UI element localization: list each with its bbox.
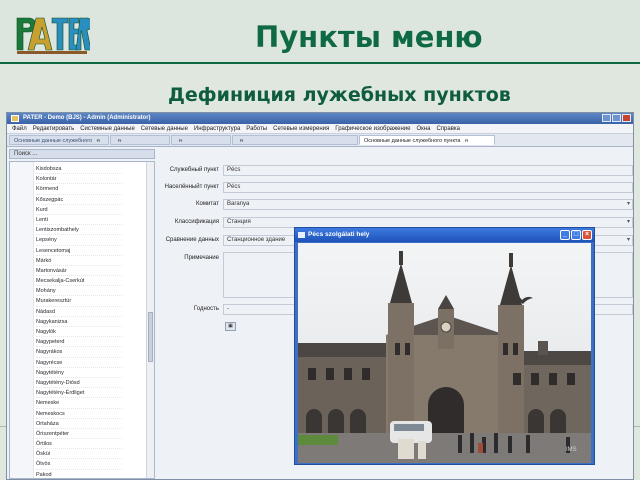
comparison-label: Сравнение данных <box>165 237 219 243</box>
list-item[interactable]: Nádasd <box>36 307 122 317</box>
note-label: Примечание <box>184 255 219 261</box>
tab-service-point-active[interactable]: Основные данные служебного пункта ᵰ <box>359 135 495 145</box>
search-input[interactable]: Поиск ... <box>9 149 155 159</box>
app-window-title: PATER - Demo (BJS) - Admin (Administrato… <box>23 115 151 121</box>
station-photo: IMS <box>298 243 591 463</box>
service-point-field[interactable]: Pécs <box>223 165 633 176</box>
maximize-button[interactable] <box>612 114 621 122</box>
list-item[interactable]: Nagytétény-Diósd <box>36 378 122 389</box>
menu-works[interactable]: Работы <box>243 124 270 133</box>
photo-window-titlebar: Pécs szolgálati hely _ □ × <box>295 228 594 242</box>
close-button[interactable] <box>622 114 631 122</box>
window-controls <box>602 114 631 122</box>
station-list: Kisdobsza Kolontár Körmend Kőszegpác Kurd Len… <box>9 161 155 479</box>
list-item[interactable]: Lesencetomaj <box>36 246 122 256</box>
settlement-label: Населённыйт пункт <box>164 184 219 190</box>
validity-label: Годность <box>193 306 219 312</box>
menu-windows[interactable]: Окна <box>414 124 434 133</box>
list-item[interactable]: Martonvásár <box>36 266 122 277</box>
service-point-label: Служебный пункт <box>169 167 219 173</box>
menu-network-measurements[interactable]: Сетевые измерения <box>270 124 332 133</box>
list-item[interactable]: Nemeskocs <box>36 409 122 419</box>
list-item[interactable]: Márkó <box>36 256 122 266</box>
list-item[interactable]: Kurd <box>36 205 122 215</box>
pin-icon[interactable]: ᵰ <box>465 138 468 144</box>
window-icon <box>298 232 305 238</box>
list-item[interactable]: Kőszegpác <box>36 195 122 205</box>
pin-icon[interactable]: ᵰ <box>97 138 100 144</box>
list-item[interactable]: Pakod <box>36 470 122 478</box>
list-item[interactable]: Murakeresztúr <box>36 296 122 307</box>
app-titlebar: PATER - Demo (BJS) - Admin (Administrato… <box>7 113 633 124</box>
photo-window-title: Pécs szolgálati hely <box>308 231 370 238</box>
watermark: IMS <box>566 447 577 453</box>
page-subtitle: Дефиниция лужебных пунктов <box>168 84 511 106</box>
minimize-button[interactable] <box>602 114 611 122</box>
tab-4[interactable]: ᵰ <box>232 135 358 145</box>
menu-graphics[interactable]: Графическое изображение <box>332 124 413 133</box>
list-item[interactable]: Nagylók <box>36 327 122 338</box>
list-item[interactable]: Lentiszombathely <box>36 225 122 236</box>
page-title: Пункты меню <box>255 20 483 54</box>
save-button[interactable]: ▣ <box>225 322 236 331</box>
menu-file[interactable]: Файл <box>9 124 30 133</box>
pin-icon[interactable]: ᵰ <box>240 138 243 144</box>
tab-label: Основные данные служебного пункта <box>364 138 461 144</box>
tab-label: Основные данные служебного <box>14 138 93 144</box>
photo-window: Pécs szolgálati hely _ □ × IMS <box>294 227 595 465</box>
list-item[interactable]: Nagytétény-Érdliget <box>36 388 122 399</box>
list-item[interactable]: Mecsekalja-Cserkút <box>36 276 122 287</box>
scrollbar-thumb[interactable] <box>148 312 153 362</box>
app-icon <box>11 115 19 122</box>
list-item[interactable]: Kisdobsza <box>36 164 122 175</box>
settlement-field[interactable]: Pécs <box>223 182 633 193</box>
header-divider <box>0 62 640 64</box>
menu-help[interactable]: Справка <box>433 124 463 133</box>
list-item[interactable]: Nagykanizsa <box>36 317 122 327</box>
county-select[interactable]: Baranya <box>223 199 633 210</box>
menu-bar: Файл Редактировать Системные данные Сете… <box>7 124 633 134</box>
pater-logo <box>14 14 90 56</box>
list-item[interactable]: Nagyrécse <box>36 358 122 368</box>
menu-system-data[interactable]: Системные данные <box>77 124 138 133</box>
maximize-button[interactable]: □ <box>571 230 581 240</box>
list-item[interactable]: Ösküi <box>36 449 122 460</box>
list-item[interactable]: Őriszentpéter <box>36 429 122 440</box>
station-list-rows: Kisdobsza Kolontár Körmend Kőszegpác Kurd Len… <box>36 164 122 478</box>
classification-label: Классификация <box>174 219 219 225</box>
list-item[interactable]: Nemeske <box>36 398 122 409</box>
list-item[interactable]: Nagyrákos <box>36 347 122 358</box>
slide-header: Пункты меню <box>0 0 640 64</box>
tab-bar: Основные данные служебного ᵰ ᵰ ᵰ ᵰ Основ… <box>7 134 633 147</box>
list-item[interactable]: Mohány <box>36 286 122 297</box>
tab-service-point-1[interactable]: Основные данные служебного ᵰ <box>9 135 109 145</box>
menu-edit[interactable]: Редактировать <box>30 124 77 133</box>
close-button[interactable]: × <box>582 230 592 240</box>
pin-icon[interactable]: ᵰ <box>179 138 182 144</box>
minimize-button[interactable]: _ <box>560 230 570 240</box>
menu-infrastructure[interactable]: Инфраструктура <box>191 124 243 133</box>
list-item[interactable]: Lepsény <box>36 235 122 246</box>
list-item[interactable]: Ortaháza <box>36 419 122 429</box>
list-item[interactable]: Kolontár <box>36 174 122 185</box>
pin-icon[interactable]: ᵰ <box>118 138 121 144</box>
list-item[interactable]: Lenti <box>36 215 122 226</box>
tab-3[interactable]: ᵰ <box>171 135 231 145</box>
pecs-station-image: IMS <box>298 243 591 463</box>
menu-network-data[interactable]: Сетевые данные <box>138 124 191 133</box>
photo-window-controls: _ □ × <box>560 230 592 240</box>
list-item[interactable]: Nagytétény <box>36 368 122 378</box>
county-label: Комитат <box>196 201 219 207</box>
tree-column <box>10 162 34 478</box>
list-item[interactable]: Ötvös <box>36 459 122 470</box>
list-item[interactable]: Körmend <box>36 184 122 195</box>
list-item[interactable]: Örtilos <box>36 439 122 450</box>
list-item[interactable]: Nagypeterd <box>36 337 122 348</box>
list-scrollbar[interactable] <box>146 162 154 478</box>
tab-2[interactable]: ᵰ <box>110 135 170 145</box>
